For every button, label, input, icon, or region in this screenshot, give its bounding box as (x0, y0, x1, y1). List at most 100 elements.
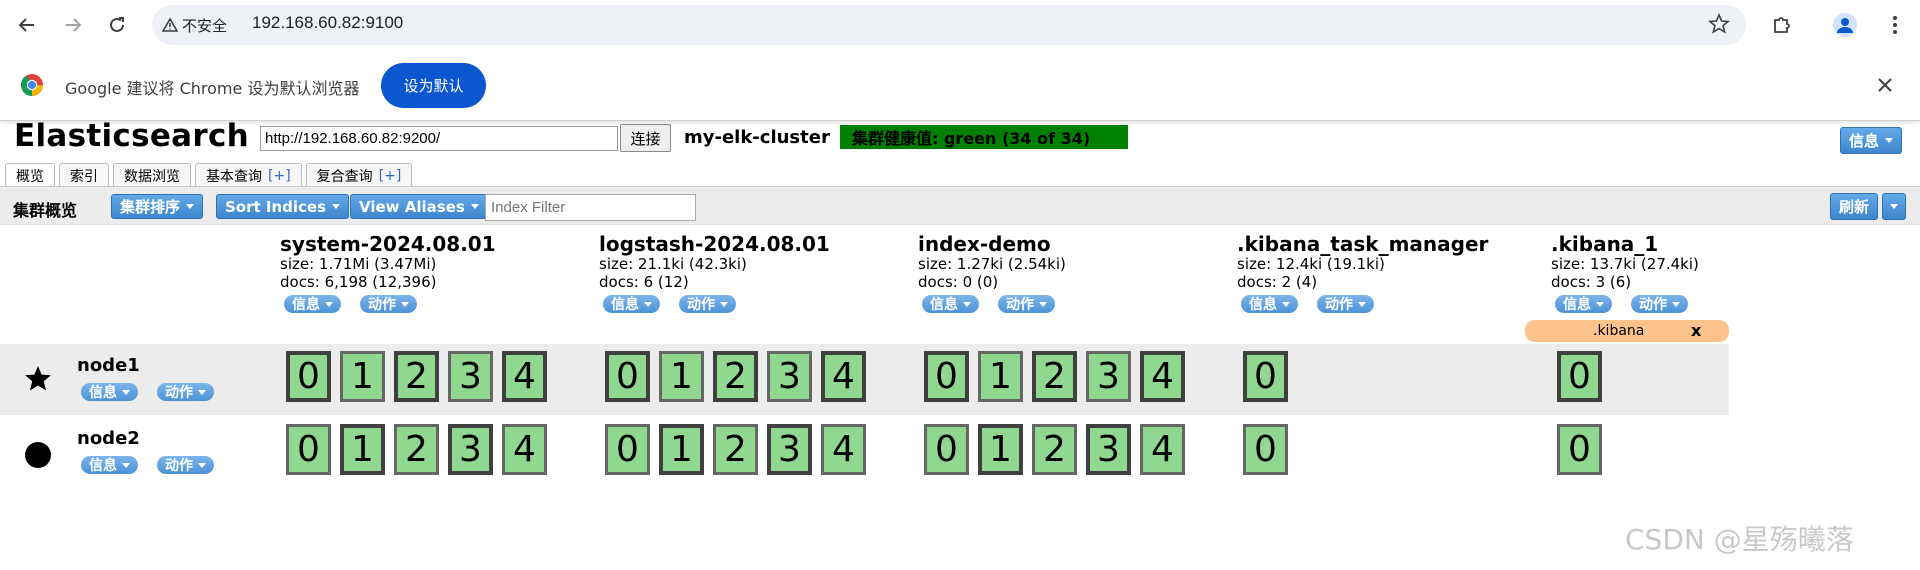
index-action-button[interactable]: 动作 (360, 295, 417, 313)
shard-box[interactable]: 2 (394, 424, 439, 475)
connect-button[interactable]: 连接 (620, 124, 671, 152)
node-action-button[interactable]: 动作 (157, 383, 214, 401)
extensions-button[interactable] (1765, 8, 1799, 42)
kebab-menu-icon (1893, 16, 1897, 34)
shard-box[interactable]: 4 (502, 424, 547, 475)
tab-label: 数据浏览 (124, 168, 180, 185)
index-action-button[interactable]: 动作 (1631, 295, 1688, 313)
forward-button[interactable] (56, 8, 90, 42)
set-default-button[interactable]: 设为默认 (381, 63, 486, 108)
shard-box[interactable]: 1 (340, 424, 385, 475)
star-icon (25, 366, 51, 391)
index-name: .kibana_1 (1551, 232, 1659, 256)
index-info-button[interactable]: 信息 (922, 295, 979, 313)
shard-box[interactable]: 3 (1086, 424, 1131, 475)
shard-box[interactable]: 0 (605, 351, 650, 402)
index-info-label: 信息 (930, 297, 958, 313)
index-info-button[interactable]: 信息 (284, 295, 341, 313)
app-title: Elasticsearch (14, 118, 250, 154)
sort-indices-button[interactable]: Sort Indices (216, 194, 350, 219)
index-info-button[interactable]: 信息 (1555, 295, 1612, 313)
cluster-sort-button[interactable]: 集群排序 (111, 194, 204, 219)
alias-tag[interactable]: .kibana x (1525, 320, 1729, 342)
shard-box[interactable]: 2 (713, 424, 758, 475)
shard-box[interactable]: 0 (1557, 424, 1602, 475)
shard-box[interactable]: 4 (821, 424, 866, 475)
index-action-button[interactable]: 动作 (998, 295, 1055, 313)
close-icon[interactable] (1875, 75, 1895, 95)
node-info-button[interactable]: 信息 (81, 383, 138, 401)
node-info-button[interactable]: 信息 (81, 456, 138, 474)
shard-box[interactable]: 3 (1086, 351, 1131, 402)
shard-box[interactable]: 4 (1140, 351, 1185, 402)
shard-box[interactable]: 2 (1032, 424, 1077, 475)
reload-button[interactable] (100, 8, 134, 42)
tab-overview[interactable]: 概览 (5, 163, 55, 188)
index-action-button[interactable]: 动作 (679, 295, 736, 313)
refresh-label: 刷新 (1839, 198, 1870, 216)
shard-box[interactable]: 3 (448, 351, 493, 402)
connect-url-input[interactable] (260, 126, 618, 151)
tab-basic-query[interactable]: 基本查询 [+] (195, 163, 302, 187)
tab-add[interactable]: [+] (379, 168, 402, 184)
shard-box[interactable]: 0 (286, 424, 331, 475)
index-size: size: 1.27ki (2.54ki) (918, 255, 1066, 273)
shard-box[interactable]: 0 (1557, 351, 1602, 402)
index-info-button[interactable]: 信息 (603, 295, 660, 313)
tab-browser[interactable]: 数据浏览 (113, 163, 191, 187)
shard-box[interactable]: 0 (924, 351, 969, 402)
index-filter-input[interactable] (485, 194, 696, 221)
shard-box[interactable]: 0 (924, 424, 969, 475)
index-action-label: 动作 (1325, 297, 1353, 313)
menu-button[interactable] (1878, 8, 1912, 42)
shard-box[interactable]: 2 (1032, 351, 1077, 402)
view-aliases-button[interactable]: View Aliases (350, 194, 488, 219)
chevron-down-icon (720, 301, 728, 307)
node-name: node1 (77, 355, 140, 376)
index-action-button[interactable]: 动作 (1317, 295, 1374, 313)
shard-box[interactable]: 4 (1140, 424, 1185, 475)
bookmark-star-icon[interactable] (1708, 13, 1730, 35)
tab-add[interactable]: [+] (268, 168, 291, 184)
security-indicator[interactable]: 不安全 (162, 14, 227, 36)
chevron-down-icon (1358, 301, 1366, 307)
default-browser-infobar: Google 建议将 Chrome 设为默认浏览器 设为默认 (0, 50, 1920, 121)
chrome-logo-icon (21, 74, 43, 96)
shard-box[interactable]: 2 (394, 351, 439, 402)
shard-box[interactable]: 3 (448, 424, 493, 475)
shard-box[interactable]: 0 (1243, 424, 1288, 475)
shard-box[interactable]: 3 (767, 351, 812, 402)
shard-box[interactable]: 3 (767, 424, 812, 475)
node-action-button[interactable]: 动作 (157, 456, 214, 474)
infobar-message: Google 建议将 Chrome 设为默认浏览器 (65, 79, 360, 98)
shard-box[interactable]: 1 (340, 351, 385, 402)
info-menu-button[interactable]: 信息 (1840, 127, 1903, 154)
shard-box[interactable]: 4 (502, 351, 547, 402)
alias-close-icon[interactable]: x (1691, 321, 1701, 340)
cluster-health-badge: 集群健康值: green (34 of 34) (840, 125, 1128, 149)
index-info-label: 信息 (1563, 297, 1591, 313)
index-info-button[interactable]: 信息 (1241, 295, 1298, 313)
shard-box[interactable]: 4 (821, 351, 866, 402)
tab-label: 索引 (70, 168, 98, 185)
shard-box[interactable]: 1 (659, 424, 704, 475)
shard-box[interactable]: 0 (605, 424, 650, 475)
refresh-button[interactable]: 刷新 (1830, 193, 1879, 220)
shard-box[interactable]: 2 (713, 351, 758, 402)
back-button[interactable] (10, 8, 44, 42)
shard-box[interactable]: 0 (286, 351, 331, 402)
refresh-options-button[interactable] (1882, 193, 1906, 220)
tab-indices[interactable]: 索引 (59, 163, 109, 187)
shard-box[interactable]: 1 (978, 424, 1023, 475)
index-docs: docs: 6 (12) (599, 273, 689, 291)
chevron-down-icon (198, 462, 206, 468)
shard-box[interactable]: 0 (1243, 351, 1288, 402)
insecure-label: 不安全 (182, 16, 228, 35)
shard-box[interactable]: 1 (978, 351, 1023, 402)
node-action-label: 动作 (165, 385, 193, 401)
url-text[interactable]: 192.168.60.82:9100 (252, 13, 403, 33)
tab-compound-query[interactable]: 复合查询 [+] (305, 163, 413, 187)
profile-button[interactable] (1828, 8, 1862, 42)
address-bar[interactable]: 不安全 192.168.60.82:9100 (152, 5, 1746, 45)
shard-box[interactable]: 1 (659, 351, 704, 402)
